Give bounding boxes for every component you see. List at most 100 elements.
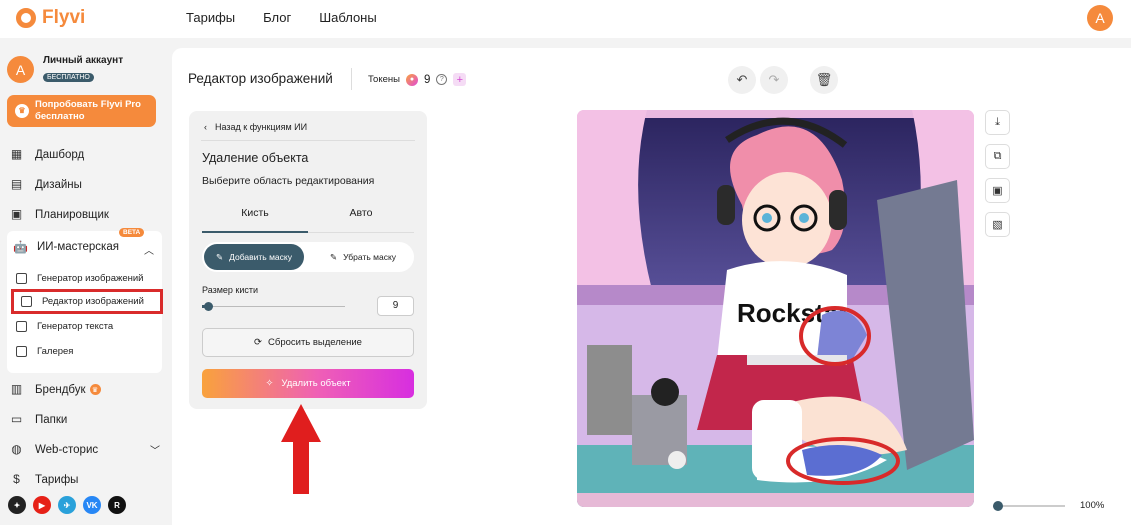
nav-templates[interactable]: Шаблоны bbox=[319, 10, 377, 25]
active-tab-indicator bbox=[202, 231, 308, 233]
social-links: ✦ ▶ ✈ VK R bbox=[8, 496, 126, 514]
sidebar-item-label: Генератор изображений bbox=[37, 273, 144, 284]
eye-left bbox=[762, 213, 772, 223]
sidebar-item-image-generator[interactable]: Генератор изображений bbox=[16, 273, 143, 284]
speaker bbox=[587, 345, 632, 435]
zoom-slider[interactable] bbox=[993, 501, 1065, 511]
headphone-right bbox=[829, 190, 847, 230]
sidebar-item-label: Дашборд bbox=[35, 148, 85, 161]
add-mask-button[interactable]: ✎ Добавить маску bbox=[204, 244, 304, 270]
sidebar-item-label: Редактор изображений bbox=[42, 296, 144, 307]
sidebar-item-designs[interactable]: ▤ Дизайны bbox=[10, 178, 82, 191]
brush-size-input[interactable]: 9 bbox=[377, 296, 414, 316]
help-icon[interactable]: ? bbox=[436, 74, 448, 85]
try-pro-button[interactable]: ♛ Попробовать Flyvi Pro бесплатно bbox=[7, 95, 156, 127]
slider-handle[interactable] bbox=[203, 302, 213, 311]
reset-selection-button[interactable]: ⟳ Сбросить выделение bbox=[202, 328, 414, 357]
copy-button[interactable]: ⧉ bbox=[985, 144, 1010, 169]
sidebar-item-label: Папки bbox=[35, 413, 68, 426]
book-icon: ▥ bbox=[10, 382, 23, 396]
object-removal-panel: ‹ Назад к функциям ИИ Удаление объекта В… bbox=[189, 111, 427, 409]
vk-icon[interactable]: VK bbox=[83, 496, 101, 514]
arrow-shape bbox=[281, 404, 321, 494]
baseboard bbox=[577, 493, 974, 507]
panel-title: Удаление объекта bbox=[202, 151, 309, 165]
reset-label: Сбросить выделение bbox=[268, 337, 362, 348]
telegram-icon[interactable]: ✈ bbox=[58, 496, 76, 514]
delete-button[interactable]: 🗑 bbox=[810, 66, 838, 94]
sidebar-item-label: Галерея bbox=[37, 346, 74, 357]
mode-tabs: Кисть Авто bbox=[202, 207, 414, 233]
panel-subtitle: Выберите область редактирования bbox=[202, 175, 375, 187]
logo[interactable]: Flyvi bbox=[16, 7, 85, 29]
back-to-ai-functions[interactable]: ‹ Назад к функциям ИИ bbox=[204, 122, 307, 132]
zoom-handle[interactable] bbox=[993, 501, 1003, 511]
logo-text: Flyvi bbox=[42, 7, 86, 28]
remove-object-button[interactable]: ✧ Удалить объект bbox=[202, 369, 414, 398]
globe-icon: ◍ bbox=[11, 442, 22, 456]
headphone-left bbox=[717, 185, 735, 225]
divider bbox=[351, 68, 352, 90]
tab-underline bbox=[308, 232, 414, 233]
chevron-down-icon: ﹀ bbox=[150, 446, 160, 457]
undo-icon: ↶ bbox=[736, 72, 748, 87]
account-name: Личный аккаунт bbox=[43, 55, 124, 66]
user-avatar[interactable]: A bbox=[1087, 5, 1113, 31]
top-nav: Тарифы Блог Шаблоны bbox=[186, 10, 377, 25]
sidebar-item-web-stories[interactable]: ◍ Web-сторис ﹀ bbox=[10, 442, 160, 458]
tab-auto[interactable]: Авто bbox=[308, 207, 414, 219]
sidebar-item-pricing[interactable]: $ Тарифы bbox=[10, 473, 78, 486]
youtube-icon[interactable]: ▶ bbox=[33, 496, 51, 514]
chevron-left-icon: ‹ bbox=[204, 122, 207, 132]
crown-icon: ♛ bbox=[89, 384, 101, 395]
sidebar-item-label: Генератор текста bbox=[37, 321, 114, 332]
mask-toggle: ✎ Добавить маску ✎ Убрать маску bbox=[202, 242, 414, 272]
sidebar-item-label: Тарифы bbox=[35, 473, 79, 486]
nav-blog[interactable]: Блог bbox=[263, 10, 291, 25]
chevron-up-icon[interactable]: ︿ bbox=[144, 242, 154, 257]
replace-image-button[interactable]: ▧ bbox=[985, 212, 1010, 237]
sidebar-item-folders[interactable]: ▭ Папки bbox=[10, 413, 68, 426]
sidebar-item-dashboard[interactable]: ▦ Дашборд bbox=[10, 148, 84, 161]
account-switcher[interactable]: A Личный аккаунт БЕСПЛАТНО bbox=[7, 55, 123, 84]
remove-mask-button[interactable]: ✎ Убрать маску bbox=[314, 244, 412, 270]
save-icon: ▣ bbox=[992, 185, 1003, 197]
nav-pricing[interactable]: Тарифы bbox=[186, 10, 235, 25]
rutube-icon[interactable]: R bbox=[108, 496, 126, 514]
token-icon: ● bbox=[405, 73, 418, 86]
sidebar-item-planner[interactable]: ▣ Планировщик bbox=[10, 208, 109, 221]
document-icon: ▤ bbox=[10, 177, 23, 191]
trash-icon: 🗑 bbox=[815, 72, 833, 87]
robot-icon: 🤖 bbox=[13, 240, 28, 254]
sidebar-item-text-generator[interactable]: Генератор текста bbox=[16, 321, 113, 332]
image-icon bbox=[16, 273, 27, 284]
sidebar-item-gallery[interactable]: Галерея bbox=[16, 346, 73, 357]
headphones-stand bbox=[651, 378, 679, 406]
gallery-icon bbox=[16, 346, 27, 357]
remove-mask-label: Убрать маску bbox=[343, 252, 397, 262]
tokens-label: Токены bbox=[368, 74, 400, 85]
download-button[interactable]: ⤓ bbox=[985, 110, 1010, 135]
ai-workshop-toggle[interactable]: 🤖 ИИ-мастерская bbox=[13, 240, 119, 254]
promo-line-1: Попробовать Flyvi Pro bbox=[35, 99, 141, 111]
undo-button[interactable]: ↶ bbox=[728, 66, 756, 94]
brush-size-slider[interactable] bbox=[202, 302, 345, 311]
calendar-icon: ▣ bbox=[10, 207, 23, 221]
back-label: Назад к функциям ИИ bbox=[215, 122, 308, 132]
brush-minus-icon: ✎ bbox=[329, 251, 338, 262]
save-button[interactable]: ▣ bbox=[985, 178, 1010, 203]
image-edit-icon bbox=[21, 296, 32, 307]
redo-button[interactable]: ↷ bbox=[760, 66, 788, 94]
editor-main: Редактор изображений Токены ● 9 ? + ↶ ↷ … bbox=[172, 48, 1131, 525]
magic-wand-icon: ✧ bbox=[265, 378, 274, 389]
sidebar-item-image-editor[interactable]: Редактор изображений bbox=[11, 289, 163, 314]
compass-icon[interactable]: ✦ bbox=[8, 496, 26, 514]
image-canvas[interactable]: Rockstar bbox=[577, 110, 974, 507]
add-tokens-button[interactable]: + bbox=[453, 73, 467, 86]
sidebar-item-label: Брендбук bbox=[35, 383, 86, 396]
promo-line-2: бесплатно bbox=[35, 111, 85, 122]
sidebar-item-brandbook[interactable]: ▥ Брендбук ♛ bbox=[10, 383, 101, 396]
logo-icon bbox=[16, 8, 36, 28]
tab-brush[interactable]: Кисть bbox=[202, 207, 308, 219]
redo-icon: ↷ bbox=[768, 72, 780, 87]
